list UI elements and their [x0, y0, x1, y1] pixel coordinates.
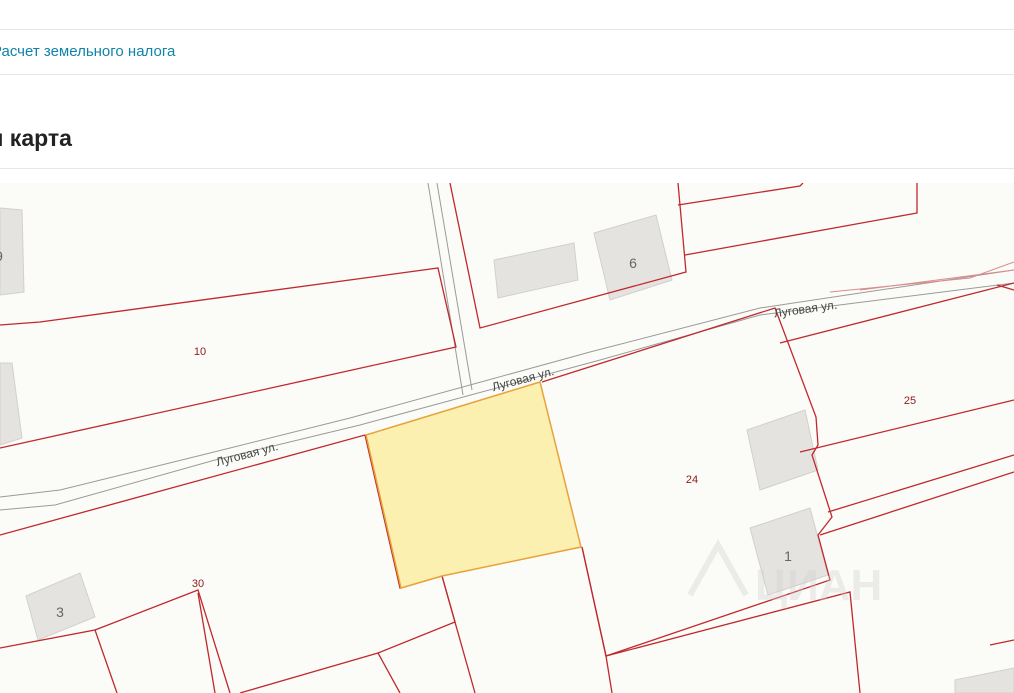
land-tax-calc-link[interactable]: Расчет земельного налога [0, 43, 175, 60]
parcel-number-25: 25 [904, 395, 916, 407]
tax-link-row: Расчет земельного налога [0, 30, 1014, 75]
building-number-6: 6 [629, 255, 637, 271]
building-number-9: 9 [0, 248, 3, 264]
map-section-title: я карта [0, 125, 72, 151]
cadastral-map[interactable]: Луговая ул. Луговая ул. Луговая ул. 10 2… [0, 183, 1014, 693]
parcel-number-30: 30 [192, 578, 204, 590]
parcel-number-24: 24 [686, 474, 698, 486]
watermark-text: ЦИАН [755, 561, 882, 610]
parcel-number-10: 10 [194, 346, 206, 358]
map-canvas[interactable]: Луговая ул. Луговая ул. Луговая ул. 10 2… [0, 183, 1014, 693]
top-bar [0, 0, 1014, 30]
building-9 [0, 207, 25, 296]
map-section-header: я карта [0, 75, 1014, 169]
building-number-3: 3 [56, 604, 64, 620]
